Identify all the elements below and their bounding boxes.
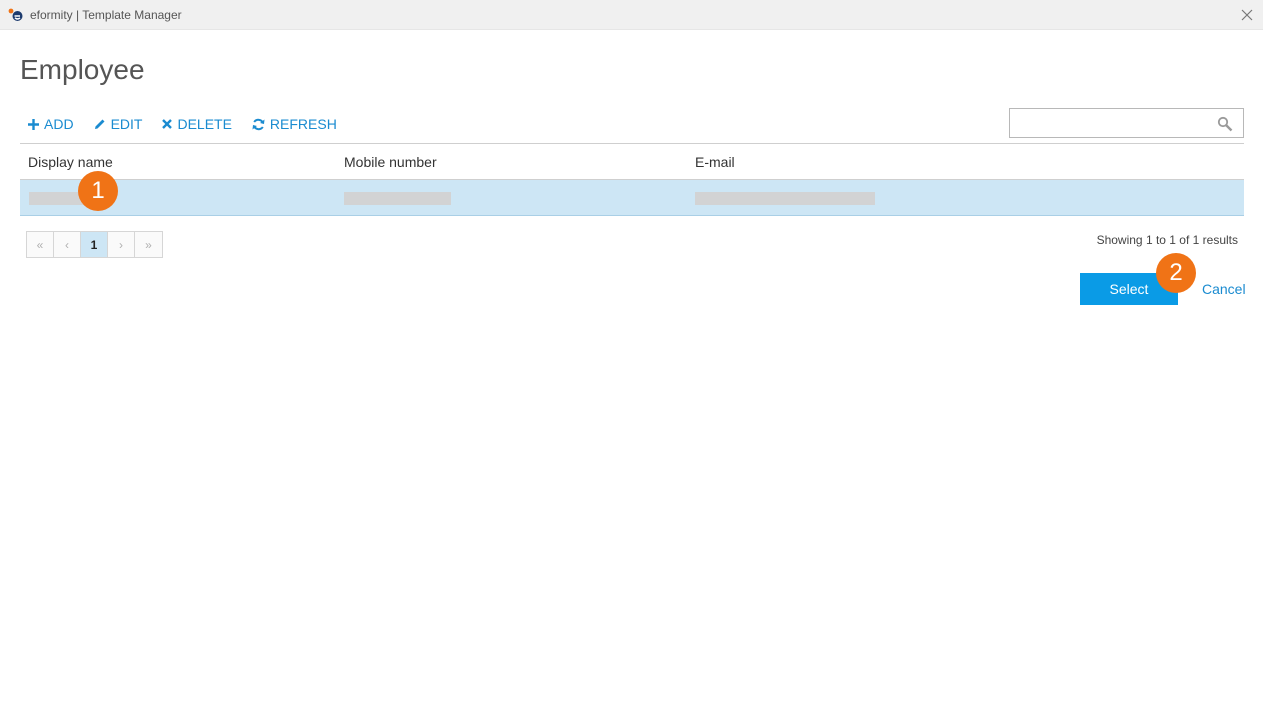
cancel-link[interactable]: Cancel [1202,281,1246,297]
edit-button[interactable]: EDIT [94,116,143,132]
column-header-mobile-number[interactable]: Mobile number [344,154,437,170]
delete-button[interactable]: DELETE [162,116,232,132]
add-label: ADD [44,116,74,132]
mobile-number-cell-redacted [344,192,451,205]
results-summary: Showing 1 to 1 of 1 results [1096,233,1238,247]
step-callout-2: 2 [1156,253,1196,293]
close-icon[interactable] [1237,5,1257,25]
employee-table: Display name Mobile number E-mail [20,143,1244,216]
step-callout-1: 1 [78,171,118,211]
table-row[interactable] [20,180,1244,216]
add-button[interactable]: ADD [28,116,74,132]
search-icon[interactable] [1217,116,1233,132]
title-bar: eformity | Template Manager [0,0,1263,30]
next-page-button[interactable]: › [108,232,135,257]
prev-page-button[interactable]: ‹ [54,232,81,257]
eformity-logo-icon [8,8,23,21]
email-cell-redacted [695,192,875,205]
page-title: Employee [20,54,145,85]
plus-icon [28,118,39,130]
delete-label: DELETE [177,116,232,132]
x-icon [162,119,173,129]
refresh-icon [252,118,265,130]
edit-label: EDIT [110,116,143,132]
search-box [1009,108,1244,138]
toolbar: ADD EDIT DELETE REFRESH [28,114,357,134]
pagination: « ‹ 1 › » [26,231,163,258]
column-header-display-name[interactable]: Display name [28,154,113,170]
search-input[interactable] [1010,109,1210,137]
window-title: eformity | Template Manager [30,8,182,22]
refresh-button[interactable]: REFRESH [252,116,337,132]
last-page-button[interactable]: » [135,232,162,257]
first-page-button[interactable]: « [27,232,54,257]
refresh-label: REFRESH [269,116,337,132]
pencil-icon [94,119,105,129]
page-1-button[interactable]: 1 [81,232,108,257]
table-header: Display name Mobile number E-mail [20,143,1244,180]
column-header-email[interactable]: E-mail [695,154,735,170]
